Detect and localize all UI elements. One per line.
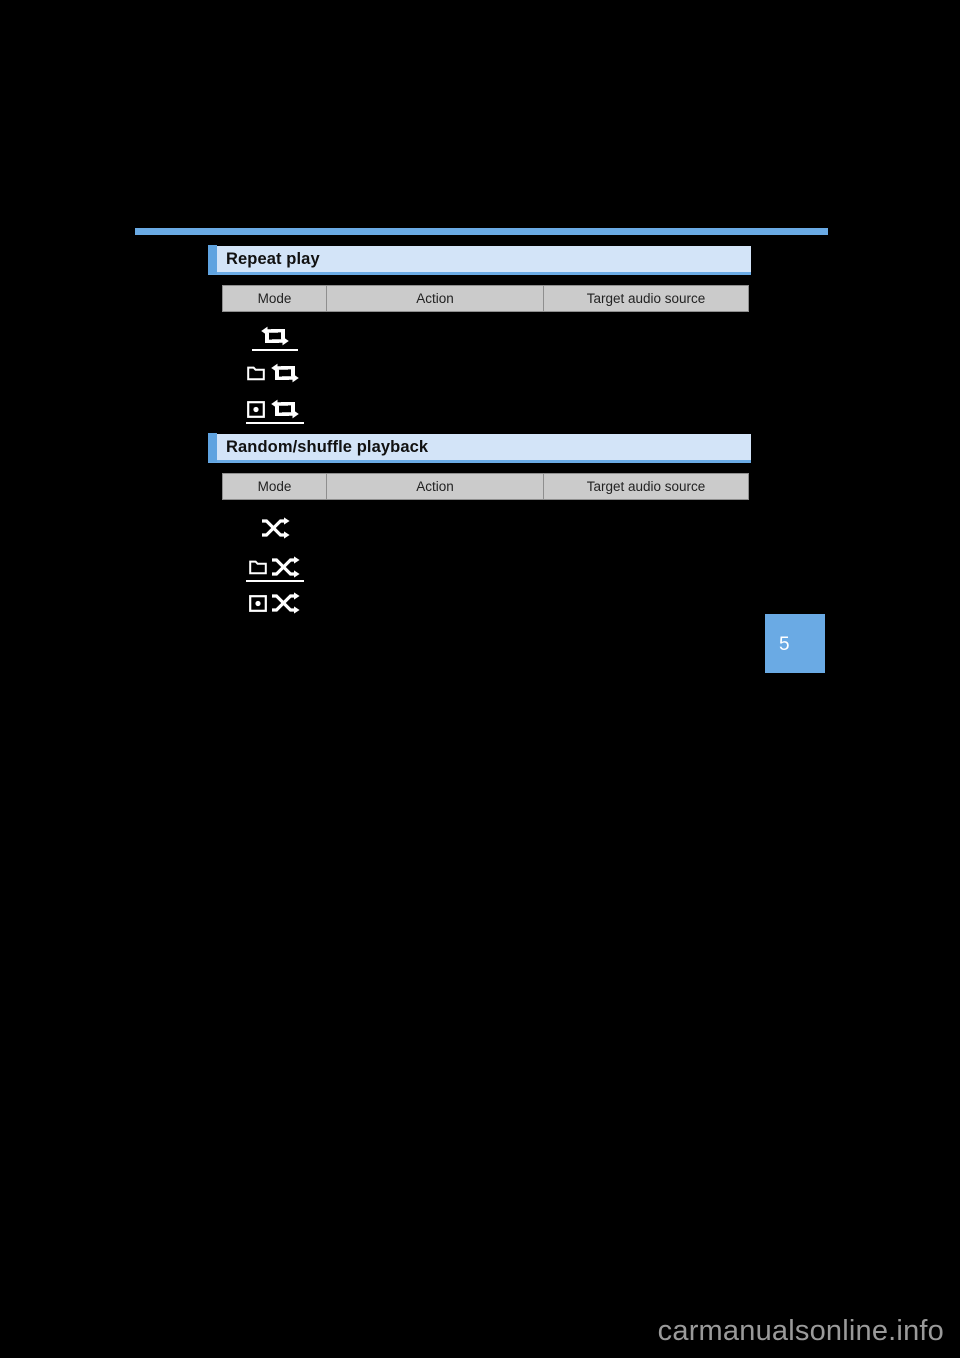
selection-underline — [245, 422, 304, 424]
shuffle-arrows-icon — [272, 556, 300, 578]
shuffle-arrows-icon — [272, 592, 300, 614]
section-title-random-shuffle-playback: Random/shuffle playback — [226, 437, 429, 456]
table-row — [222, 391, 749, 427]
column-header-target-audio-source: Target audio source — [544, 285, 749, 312]
table-row — [222, 510, 749, 546]
mode-cell — [222, 510, 327, 546]
mode-cell — [222, 549, 327, 585]
page-number-label: 5 — [779, 634, 790, 655]
selection-underline — [251, 349, 298, 351]
repeat-icon — [258, 325, 292, 347]
section-accent-block — [208, 432, 217, 462]
site-watermark: carmanualsonline.info — [657, 1315, 944, 1347]
column-header-mode: Mode — [222, 473, 327, 500]
mode-cell — [222, 318, 327, 354]
table-row — [222, 549, 749, 585]
top-rule-divider — [135, 228, 828, 235]
table-row — [222, 318, 749, 354]
table-header-random-shuffle-playback: Mode Action Target audio source — [222, 473, 749, 500]
manual-page: Repeat play Mode Action Target audio sou… — [0, 0, 960, 1358]
shuffle-icon — [260, 517, 290, 539]
column-header-target-audio-source: Target audio source — [544, 473, 749, 500]
table-row — [222, 585, 749, 621]
repeat-arrows-icon — [271, 399, 299, 419]
section-header-random-shuffle-playback: Random/shuffle playback — [208, 432, 751, 463]
disc-repeat-icon — [247, 398, 302, 420]
folder-repeat-icon — [247, 362, 302, 384]
folder-shuffle-icon — [249, 556, 300, 578]
repeat-arrows-icon — [271, 363, 299, 383]
page-number-tab: 5 — [765, 614, 825, 673]
table-row — [222, 355, 749, 391]
column-header-action: Action — [327, 473, 544, 500]
selection-underline — [245, 580, 304, 582]
section-header-repeat-play: Repeat play — [208, 244, 751, 275]
folder-icon — [249, 560, 267, 575]
column-header-action: Action — [327, 285, 544, 312]
folder-icon — [247, 366, 265, 381]
disc-icon — [249, 594, 267, 612]
column-header-mode: Mode — [222, 285, 327, 312]
table-header-repeat-play: Mode Action Target audio source — [222, 285, 749, 312]
disc-icon — [247, 400, 265, 418]
disc-shuffle-icon — [249, 592, 300, 614]
section-title-repeat-play: Repeat play — [226, 249, 320, 268]
section-accent-block — [208, 244, 217, 274]
mode-cell — [222, 355, 327, 391]
mode-cell — [222, 585, 327, 621]
mode-cell — [222, 391, 327, 427]
